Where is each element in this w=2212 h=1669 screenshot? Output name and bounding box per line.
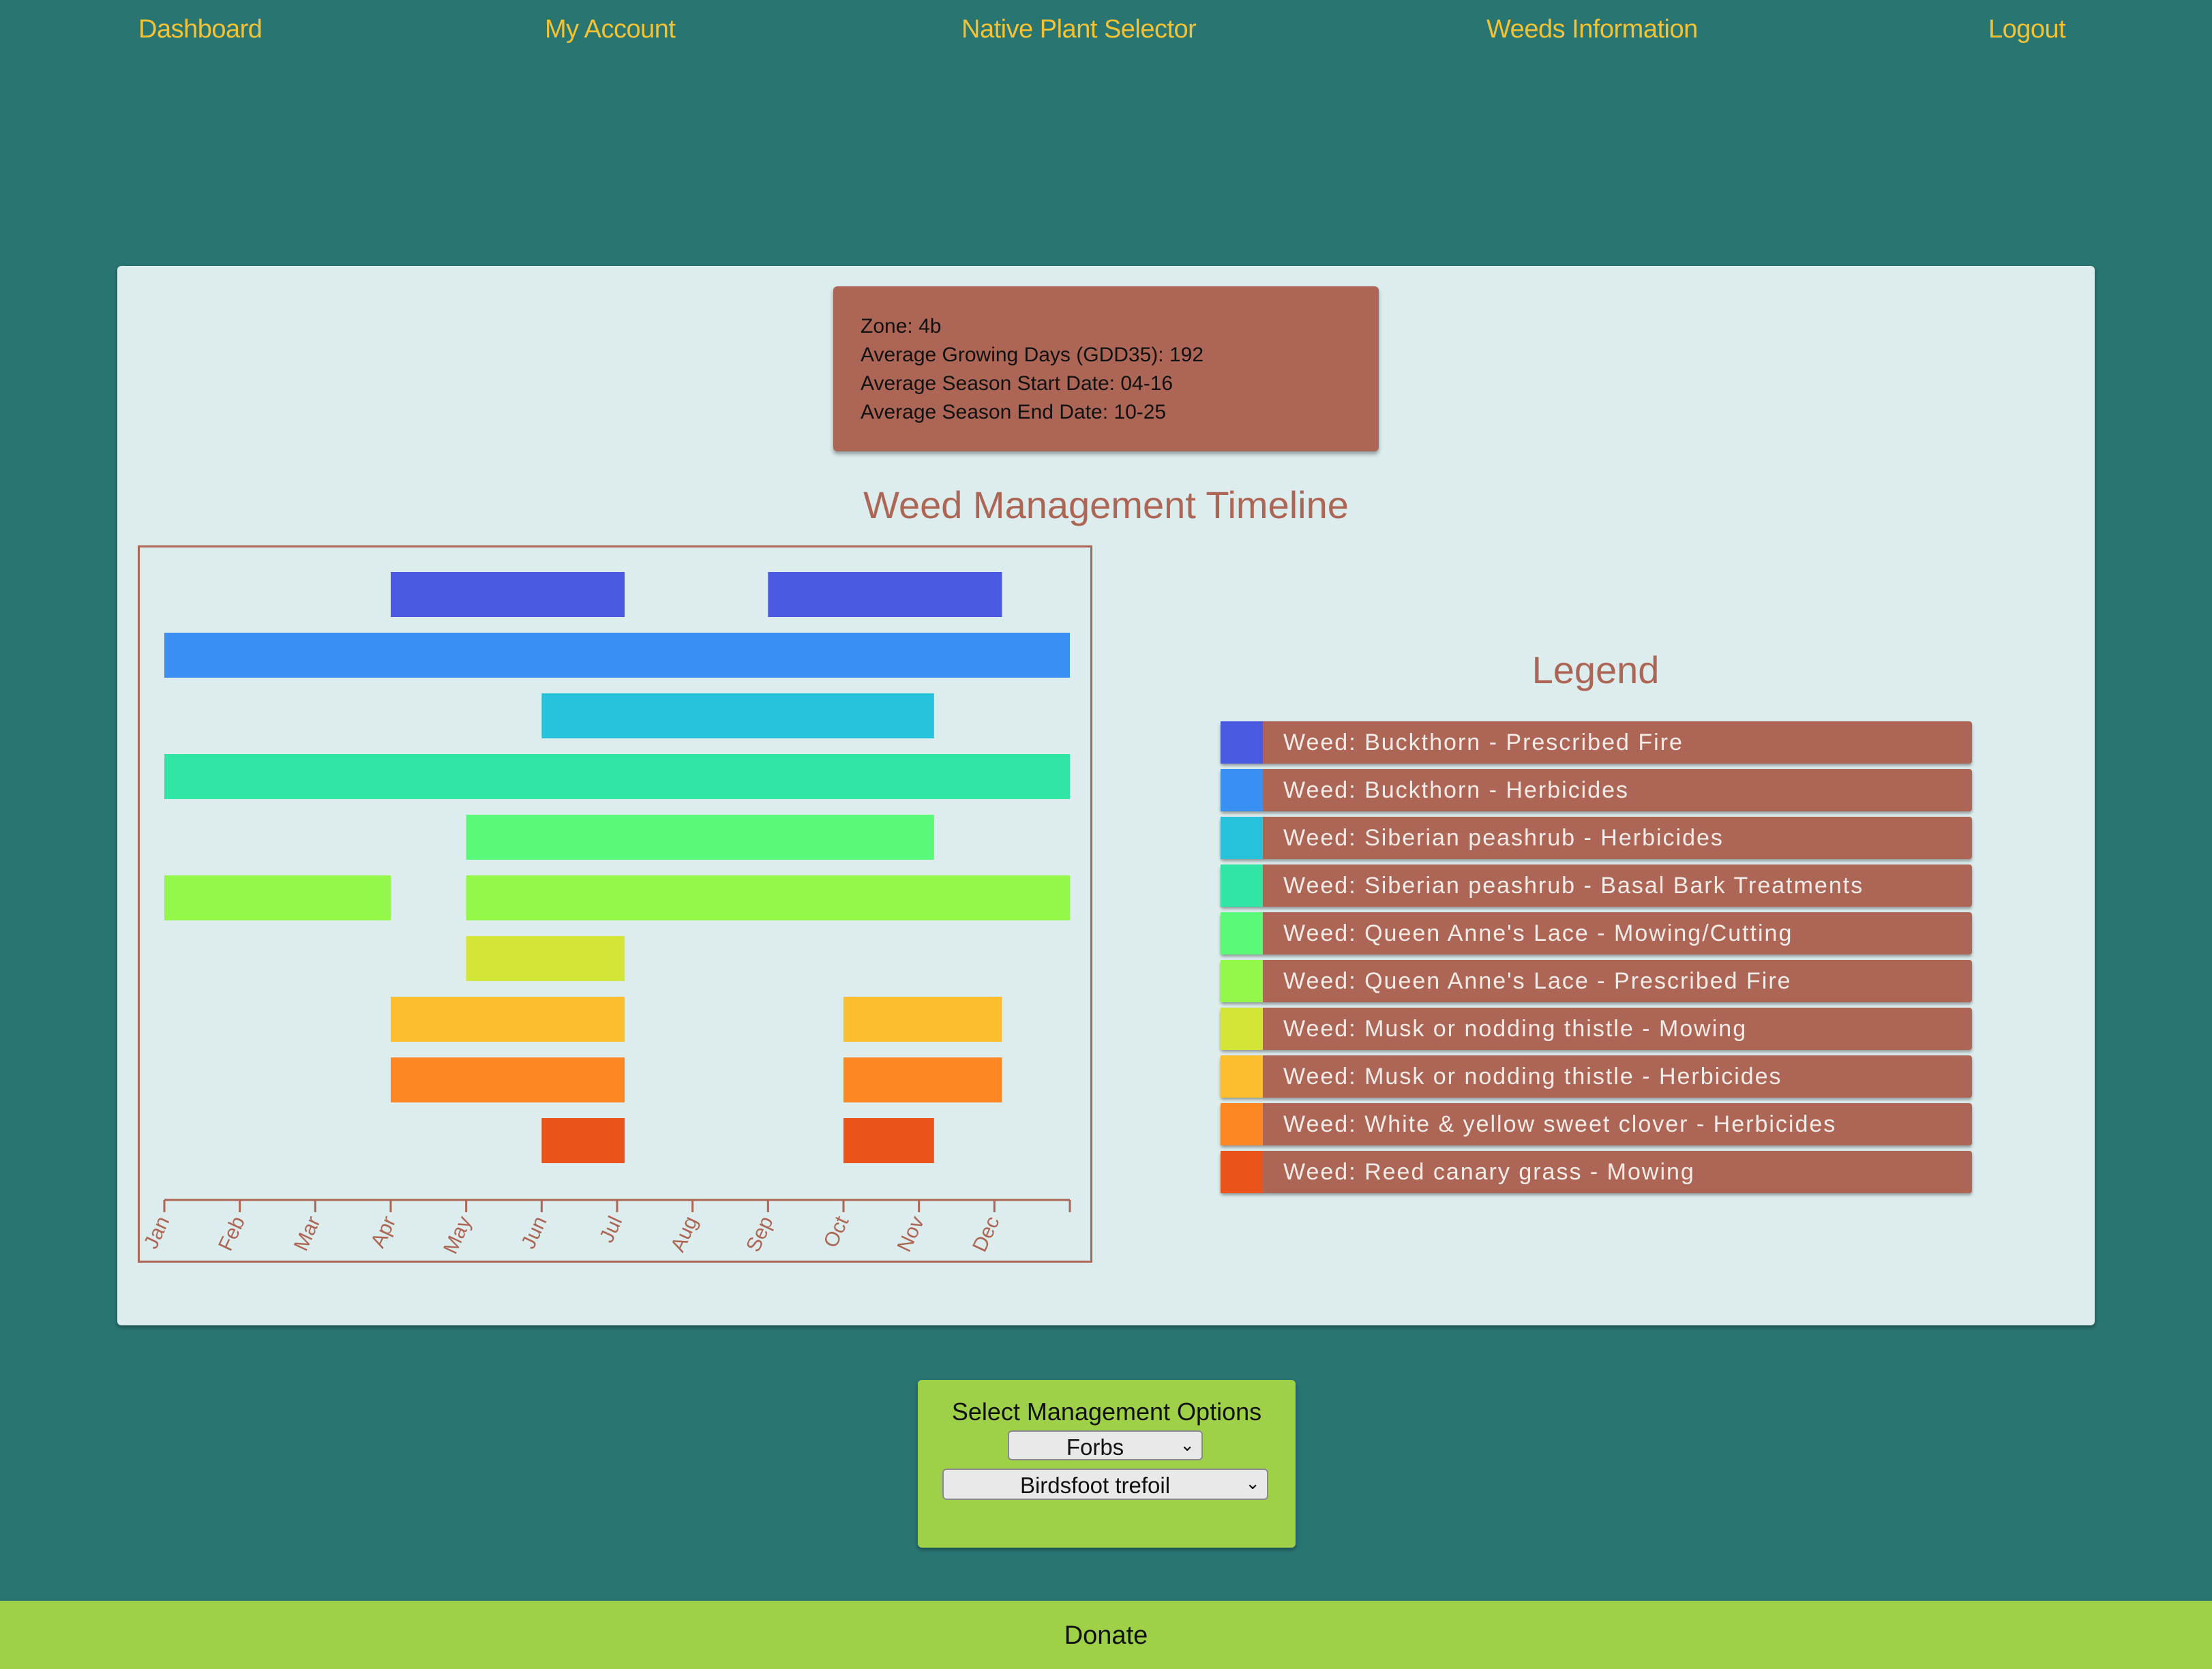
legend-swatch: [1221, 1008, 1263, 1050]
x-axis-tick-label: Oct: [820, 1212, 854, 1251]
legend-item: Weed: Reed canary grass - Mowing: [1221, 1151, 1972, 1193]
timeline-bar: [843, 997, 1002, 1042]
legend-label: Weed: Queen Anne's Lace - Mowing/Cutting: [1283, 920, 1793, 946]
timeline-bar: [466, 936, 625, 981]
timeline-bar: [164, 875, 391, 920]
timeline-bar: [541, 1118, 625, 1163]
season-end-value: 10-25: [1114, 401, 1167, 423]
x-axis-tick-label: Feb: [214, 1213, 250, 1254]
legend-item: Weed: White & yellow sweet clover - Herb…: [1221, 1103, 1972, 1145]
timeline-bar: [768, 572, 1002, 617]
x-axis-tick-label: Aug: [667, 1213, 702, 1255]
legend-label: Weed: Queen Anne's Lace - Prescribed Fir…: [1283, 968, 1792, 994]
timeline-bar: [391, 997, 625, 1042]
nav-native-plant-selector[interactable]: Native Plant Selector: [961, 15, 1197, 44]
legend-label: Weed: Siberian peashrub - Basal Bark Tre…: [1283, 873, 1864, 899]
x-axis-tick-label: Jun: [517, 1213, 551, 1252]
legend-item: Weed: Musk or nodding thistle - Mowing: [1221, 1008, 1972, 1050]
timeline-chart-svg: Jan Feb Mar Apr May Jun Jul Aug Sep Oct Nov Dec: [140, 572, 1071, 1257]
x-axis-tick-label: Dec: [968, 1213, 1004, 1255]
timeline-bar: [164, 633, 1070, 678]
timeline-bar: [843, 1118, 934, 1163]
legend-item: Weed: Siberian peashrub - Herbicides: [1221, 817, 1972, 859]
timeline-title: Weed Management Timeline: [863, 483, 1349, 526]
legend-label: Weed: Buckthorn - Herbicides: [1283, 777, 1630, 803]
category-select[interactable]: Forbs ⌄: [1008, 1430, 1203, 1460]
gdd-row: Average Growing Days (GDD35): 192: [861, 341, 1351, 370]
legend-item: Weed: Queen Anne's Lace - Mowing/Cutting: [1221, 912, 1972, 954]
nav-my-account[interactable]: My Account: [545, 15, 676, 44]
legend-swatch: [1221, 960, 1263, 1002]
x-axis-tick-label: Mar: [290, 1213, 325, 1254]
timeline-bar: [391, 572, 625, 617]
timeline-bar: [541, 693, 934, 738]
legend-label: Weed: Siberian peashrub - Herbicides: [1283, 825, 1724, 851]
management-options-box: Select Management Options Forbs ⌄ Birdsf…: [918, 1380, 1296, 1548]
zone-info-box: Zone: 4b Average Growing Days (GDD35): 1…: [833, 286, 1379, 451]
nav-dashboard[interactable]: Dashboard: [138, 15, 263, 44]
x-axis-tick-label: Jul: [595, 1213, 627, 1246]
legend-label: Weed: Musk or nodding thistle - Herbicid…: [1283, 1064, 1782, 1089]
legend-swatch: [1221, 864, 1263, 907]
legend-label: Weed: Reed canary grass - Mowing: [1283, 1159, 1695, 1185]
zone-row: Zone: 4b: [861, 312, 1351, 341]
zone-label: Zone:: [861, 315, 913, 337]
legend-swatch: [1221, 769, 1263, 811]
chevron-down-icon: ⌄: [1180, 1434, 1195, 1455]
legend-label: Weed: Musk or nodding thistle - Mowing: [1283, 1016, 1748, 1042]
season-start-label: Average Season Start Date:: [861, 372, 1116, 395]
top-nav: Dashboard My Account Native Plant Select…: [0, 0, 2212, 68]
x-axis-tick-label: Jan: [140, 1213, 174, 1252]
legend-item: Weed: Siberian peashrub - Basal Bark Tre…: [1221, 864, 1972, 907]
timeline-bar: [843, 1057, 1002, 1102]
timeline-chart: Jan Feb Mar Apr May Jun Jul Aug Sep Oct Nov Dec: [138, 545, 1092, 1263]
legend-swatch: [1221, 817, 1263, 859]
legend-label: Weed: Buckthorn - Prescribed Fire: [1283, 730, 1684, 755]
legend-item: Weed: Buckthorn - Prescribed Fire: [1221, 721, 1972, 764]
legend-swatch: [1221, 1103, 1263, 1145]
legend: Weed: Buckthorn - Prescribed Fire Weed: B…: [1221, 721, 1972, 1199]
season-end-row: Average Season End Date: 10-25: [861, 398, 1351, 427]
x-axis-tick-label: Sep: [742, 1213, 777, 1255]
footer: Donate: [0, 1601, 2212, 1669]
season-end-label: Average Season End Date:: [861, 401, 1109, 423]
donate-link[interactable]: Donate: [0, 1621, 2212, 1651]
category-select-value: Forbs: [1066, 1434, 1124, 1460]
nav-logout[interactable]: Logout: [1988, 15, 2066, 44]
x-axis-tick-label: May: [439, 1213, 476, 1257]
nav-weeds-information[interactable]: Weeds Information: [1486, 15, 1698, 44]
options-title: Select Management Options: [951, 1398, 1262, 1426]
timeline-bar: [164, 754, 1070, 799]
timeline-bar: [466, 815, 934, 860]
legend-swatch: [1221, 721, 1263, 764]
legend-title: Legend: [1531, 648, 1660, 691]
plant-select[interactable]: Birdsfoot trefoil ⌄: [942, 1469, 1268, 1500]
legend-swatch: [1221, 1055, 1263, 1098]
timeline-bar: [391, 1057, 625, 1102]
legend-label: Weed: White & yellow sweet clover - Herb…: [1283, 1111, 1837, 1137]
legend-item: Weed: Queen Anne's Lace - Prescribed Fir…: [1221, 960, 1972, 1002]
x-axis-tick-label: Nov: [893, 1213, 929, 1255]
legend-item: Weed: Musk or nodding thistle - Herbicid…: [1221, 1055, 1972, 1098]
timeline-bar: [466, 875, 1070, 920]
chevron-down-icon: ⌄: [1245, 1473, 1260, 1493]
plant-select-value: Birdsfoot trefoil: [1019, 1473, 1171, 1498]
legend-item: Weed: Buckthorn - Herbicides: [1221, 769, 1972, 811]
season-start-value: 04-16: [1120, 372, 1174, 395]
season-start-row: Average Season Start Date: 04-16: [861, 370, 1351, 398]
zone-value: 4b: [918, 315, 942, 337]
legend-swatch: [1221, 1151, 1263, 1193]
legend-swatch: [1221, 912, 1263, 954]
x-axis-tick-label: Apr: [367, 1213, 401, 1251]
gdd-value: 192: [1169, 344, 1204, 366]
gdd-label: Average Growing Days (GDD35):: [861, 344, 1164, 366]
